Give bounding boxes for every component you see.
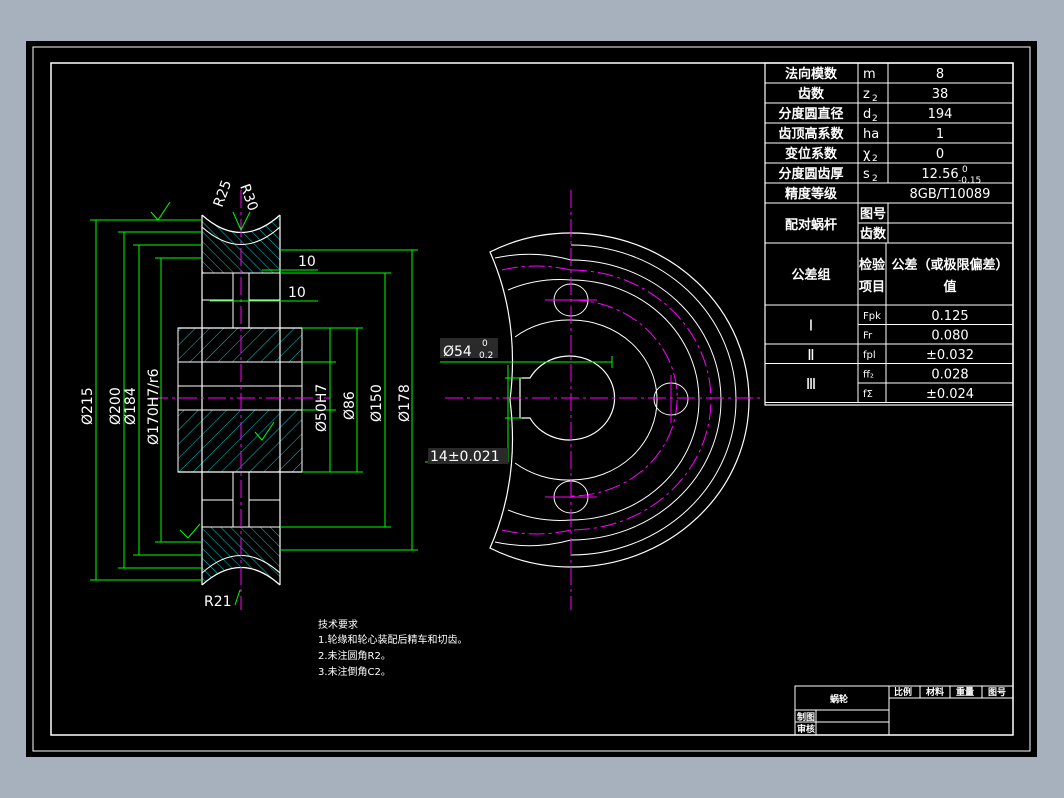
param-value: 1 [936, 127, 944, 142]
tol-symbol: Fpk [863, 311, 881, 322]
d86-label: Ø86 [342, 391, 358, 420]
d54-label: Ø54 [443, 344, 472, 360]
param-name: 分度圆直径 [778, 106, 843, 122]
tol-value: 0.080 [931, 329, 968, 344]
parameter-table: 法向模数 m 8齿数 z 2 38分度圆直径 d 2 194齿顶高系数 ha 1变位系数 χ 2 0分度圆… [764, 62, 1014, 406]
tol-value: 0.028 [931, 368, 968, 383]
param-symbol-sub: 2 [872, 154, 878, 164]
drawing-no-header: 图号 [988, 687, 1006, 698]
param-value: 0 [936, 147, 944, 162]
d150-label: Ø150 [369, 384, 385, 422]
keyway-label: 14±0.021 [430, 449, 500, 465]
tol-symbol: Fr [863, 331, 873, 342]
param-value: 194 [928, 107, 953, 122]
tol-value: ±0.032 [926, 348, 974, 363]
param-symbol: z [863, 87, 870, 102]
tol-group: Ⅱ [807, 346, 814, 364]
title-block: 蜗轮 比例 材料 重量 图号 制图 审核 [794, 685, 1014, 736]
d178-label: Ø178 [397, 384, 413, 422]
width-10b-label: 10 [288, 285, 306, 301]
param-symbol: d [863, 107, 871, 122]
width-10a-label: 10 [298, 254, 316, 270]
param-name: 齿数 [798, 86, 825, 102]
tol-symbol: fΣ [863, 389, 873, 400]
note-line: 3.未注倒角C2。 [318, 665, 391, 678]
note-line: 1.轮缘和轮心装配后精车和切齿。 [318, 633, 468, 646]
mate-drawing-no: 图号 [860, 207, 886, 222]
tol-value-header: 公差（或极限偏差） [891, 257, 1008, 273]
d200-label: Ø200 [108, 387, 124, 425]
tol-symbol: fpl [863, 350, 876, 361]
d184-label: Ø184 [123, 387, 139, 425]
tol-value: 0.125 [931, 309, 968, 324]
front-view [425, 190, 760, 610]
tol-value: ±0.024 [926, 387, 974, 402]
mate-label: 配对蜗杆 [785, 217, 837, 233]
d50-label: Ø50H7 [314, 384, 330, 432]
tol-group-header: 公差组 [791, 267, 830, 283]
param-symbol-sub: 2 [872, 174, 878, 184]
param-value: 38 [932, 87, 949, 102]
weight-header: 重量 [956, 686, 974, 698]
param-symbol-sub: 2 [872, 94, 878, 104]
param-symbol: χ [863, 147, 871, 162]
param-name: 齿顶高系数 [778, 126, 844, 142]
param-name: 法向模数 [785, 66, 838, 82]
tol-symbol: ff₂ [863, 370, 874, 381]
technical-notes: 技术要求 1.轮缘和轮心装配后精车和切齿。 2.未注圆角R2。 3.未注倒角C2… [318, 618, 468, 678]
param-name: 变位系数 [785, 146, 838, 162]
r30-label: R30 [236, 182, 260, 213]
param-value: 12.56 [921, 167, 958, 182]
r25-label: R25 [211, 178, 235, 209]
param-value-lower: -0.15 [958, 176, 981, 186]
d215-label: Ø215 [80, 387, 96, 425]
part-name: 蜗轮 [830, 693, 848, 705]
note-line: 2.未注圆角R2。 [318, 649, 391, 662]
checked-by-label: 审核 [797, 723, 815, 735]
param-name: 分度圆齿厚 [778, 166, 843, 182]
notes-title: 技术要求 [318, 618, 358, 631]
d54-upper: 0 [482, 339, 488, 349]
mate-teeth: 齿数 [860, 226, 887, 242]
param-value-upper: 0 [962, 165, 968, 175]
tol-group: Ⅲ [806, 375, 816, 393]
cad-drawing: R25 R30 R21 10 10 Ø215 Ø200 Ø184 Ø170H7/… [32, 46, 1031, 752]
param-name: 精度等级 [785, 186, 838, 202]
tol-item-header: 项目 [859, 280, 885, 295]
r21-label: R21 [204, 594, 232, 610]
tol-group: Ⅰ [809, 317, 813, 335]
drawn-by-label: 制图 [797, 711, 815, 723]
scale-header: 比例 [894, 686, 912, 698]
param-symbol: m [863, 67, 876, 82]
d170-label: Ø170H7/r6 [146, 368, 162, 445]
tol-value-header: 值 [943, 279, 956, 295]
param-value: 8GB/T10089 [910, 187, 991, 202]
material-header: 材料 [925, 686, 944, 698]
tol-item-header: 检验 [859, 257, 886, 273]
drawing-sheet: R25 R30 R21 10 10 Ø215 Ø200 Ø184 Ø170H7/… [26, 41, 1037, 757]
d54-lower: 0.2 [479, 351, 493, 361]
param-symbol-sub: 2 [872, 114, 878, 124]
param-symbol: ha [863, 127, 879, 142]
param-value: 8 [936, 67, 944, 82]
param-symbol: s [863, 167, 870, 182]
